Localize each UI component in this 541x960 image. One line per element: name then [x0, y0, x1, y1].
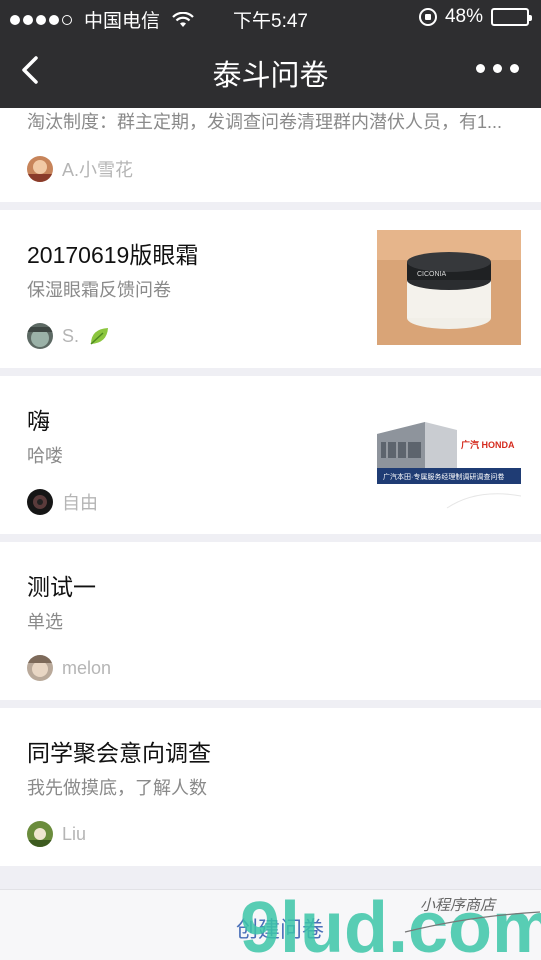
survey-author: S. [27, 323, 110, 349]
author-name: 自由 [62, 493, 98, 513]
survey-card[interactable]: 同学聚会意向调查 我先做摸底，了解人数 Liu [0, 708, 541, 866]
avatar [27, 323, 53, 349]
survey-description: 单选 [27, 612, 63, 632]
rotation-lock-icon [418, 8, 437, 26]
survey-description: 淘汰制度：群主定期，发调查问卷清理群内潜伏人员，有1... [27, 112, 503, 132]
bottom-bar: 创建问卷 [0, 889, 541, 960]
status-bar: 中国电信 下午5:47 48% [0, 0, 541, 34]
author-name: melon [62, 657, 112, 678]
survey-author: 自由 [27, 489, 98, 515]
page-title: 泰斗问卷 [212, 60, 329, 92]
avatar [27, 655, 53, 681]
status-right: 48% [418, 6, 532, 28]
avatar [27, 821, 53, 847]
survey-card[interactable]: 淘汰制度：群主定期，发调查问卷清理群内潜伏人员，有1... A.小雪花 [0, 108, 541, 202]
more-icon[interactable] [476, 64, 519, 73]
survey-description: 保湿眼霜反馈问卷 [27, 280, 171, 300]
author-name: Liu [62, 823, 87, 844]
survey-description: 我先做摸底，了解人数 [27, 778, 207, 798]
honda-caption: 广汽本田·专属服务经理制调研调查问卷 [383, 472, 504, 481]
survey-description: 哈喽 [27, 446, 63, 466]
survey-author: Liu [27, 821, 86, 847]
survey-title: 嗨 [27, 408, 50, 434]
survey-title: 20170619版眼霜 [27, 242, 199, 268]
eye-cream-thumbnail: CICONIA [377, 230, 521, 345]
survey-card[interactable]: 测试一 单选 melon [0, 542, 541, 700]
create-survey-button[interactable]: 创建问卷 [236, 912, 324, 944]
leaf-icon [90, 328, 109, 345]
avatar [27, 489, 53, 515]
author-name: A.小雪花 [62, 160, 134, 180]
avatar [27, 156, 53, 182]
jar-brand-label: CICONIA [417, 271, 447, 278]
battery-icon [491, 8, 532, 26]
nav-bar: 泰斗问卷 [0, 34, 541, 108]
honda-brand-label: 广汽 HONDA [461, 439, 515, 450]
honda-thumbnail: 广汽 HONDA 广汽本田·专属服务经理制调研调查问卷 [377, 396, 521, 511]
survey-card[interactable]: 20170619版眼霜 保湿眼霜反馈问卷 S. CICONIA [0, 210, 541, 368]
survey-card[interactable]: 嗨 哈喽 自由 广汽 HONDA 广汽本田·专属服务经理制调研调查问卷 [0, 376, 541, 534]
survey-title: 测试一 [27, 574, 96, 600]
survey-title: 同学聚会意向调查 [27, 740, 211, 766]
survey-author: A.小雪花 [27, 156, 133, 182]
author-name: S. [62, 325, 80, 346]
survey-author: melon [27, 655, 111, 681]
battery-percent: 48% [444, 6, 483, 27]
